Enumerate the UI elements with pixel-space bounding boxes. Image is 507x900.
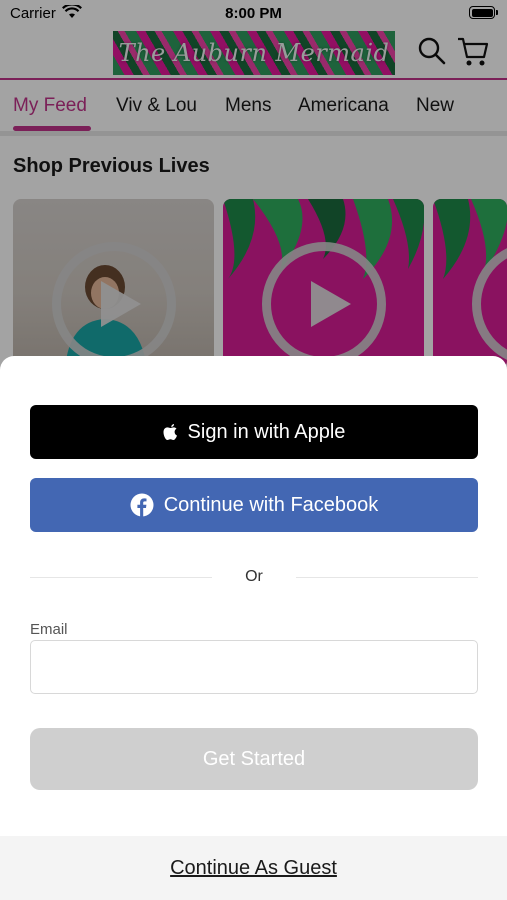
or-divider: Or [30, 566, 478, 590]
facebook-button-label: Continue with Facebook [163, 493, 379, 516]
sign-in-apple-button[interactable]: Sign in with Apple [30, 405, 478, 459]
apple-button-label: Sign in with Apple [187, 420, 346, 443]
login-sheet: Sign in with Apple Continue with Faceboo… [0, 356, 507, 900]
facebook-icon [130, 493, 154, 517]
or-label: Or [245, 568, 263, 585]
get-started-button[interactable]: Get Started [30, 728, 478, 790]
continue-facebook-button[interactable]: Continue with Facebook [30, 478, 478, 532]
get-started-label: Get Started [202, 747, 306, 770]
email-label: Email [30, 621, 68, 638]
continue-as-guest-link[interactable]: Continue As Guest [170, 857, 337, 880]
guest-bar: Continue As Guest [0, 836, 507, 900]
email-field[interactable] [30, 640, 478, 694]
apple-icon [163, 424, 177, 440]
